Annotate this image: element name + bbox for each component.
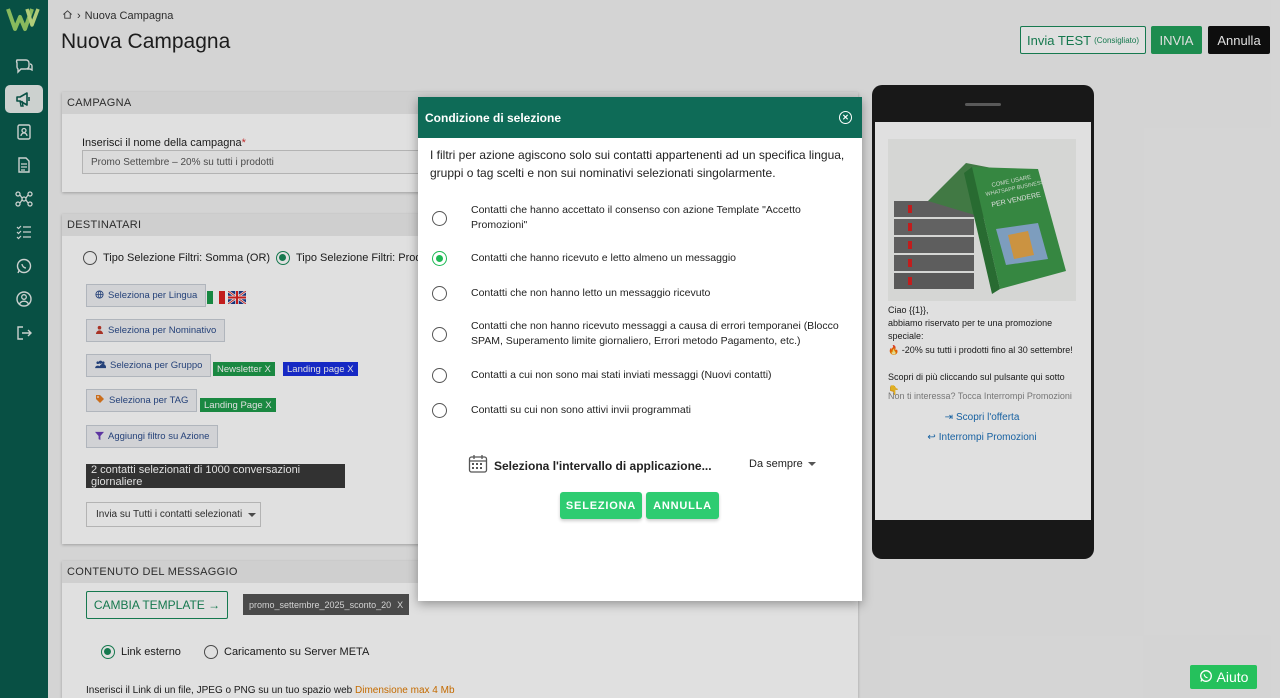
option-no-scheduled-radio[interactable] [432, 403, 447, 418]
interval-selector[interactable]: Seleziona l'intervallo di applicazione..… [468, 454, 712, 477]
help-label: Aiuto [1216, 669, 1249, 685]
calendar-icon [468, 454, 488, 477]
option-read-radio[interactable] [432, 251, 447, 266]
modal-cancel-button[interactable]: ANNULLA [646, 492, 719, 519]
interval-value: Da sempre [749, 458, 803, 470]
option-no-scheduled[interactable]: Contatti su cui non sono attivi invii pr… [432, 403, 842, 418]
help-button[interactable]: Aiuto [1190, 665, 1257, 689]
select-button[interactable]: SELEZIONA [560, 492, 642, 519]
option-unread-label: Contatti che non hanno letto un messaggi… [471, 287, 711, 299]
option-errors[interactable]: Contatti che non hanno ricevuto messaggi… [432, 319, 842, 349]
option-consent[interactable]: Contatti che hanno accettato il consenso… [432, 203, 842, 233]
option-new-contacts[interactable]: Contatti a cui non sono mai stati inviat… [432, 368, 842, 383]
option-errors-label: Contatti che non hanno ricevuto messaggi… [471, 320, 839, 347]
interval-label: Seleziona l'intervallo di applicazione..… [494, 458, 712, 473]
close-icon[interactable]: ✕ [839, 111, 852, 124]
option-errors-radio[interactable] [432, 326, 447, 342]
option-read[interactable]: Contatti che hanno ricevuto e letto alme… [432, 251, 842, 266]
option-unread-radio[interactable] [432, 286, 447, 301]
option-new-contacts-radio[interactable] [432, 368, 447, 383]
modal-title: Condizione di selezione [425, 110, 562, 125]
chevron-down-icon [807, 462, 816, 466]
modal-header: Condizione di selezione ✕ [418, 97, 862, 138]
modal-description: I filtri per azione agiscono solo sui co… [430, 148, 845, 180]
option-unread[interactable]: Contatti che non hanno letto un messaggi… [432, 286, 842, 301]
option-read-label: Contatti che hanno ricevuto e letto alme… [471, 252, 736, 264]
interval-dropdown[interactable]: Da sempre [749, 458, 816, 470]
option-no-scheduled-label: Contatti su cui non sono attivi invii pr… [471, 404, 692, 416]
option-new-contacts-label: Contatti a cui non sono mai stati inviat… [471, 369, 772, 381]
selection-condition-modal: Condizione di selezione ✕ I filtri per a… [418, 97, 862, 601]
whatsapp-icon [1199, 669, 1213, 686]
option-consent-radio[interactable] [432, 210, 447, 226]
option-consent-label: Contatti che hanno accettato il consenso… [471, 204, 801, 231]
